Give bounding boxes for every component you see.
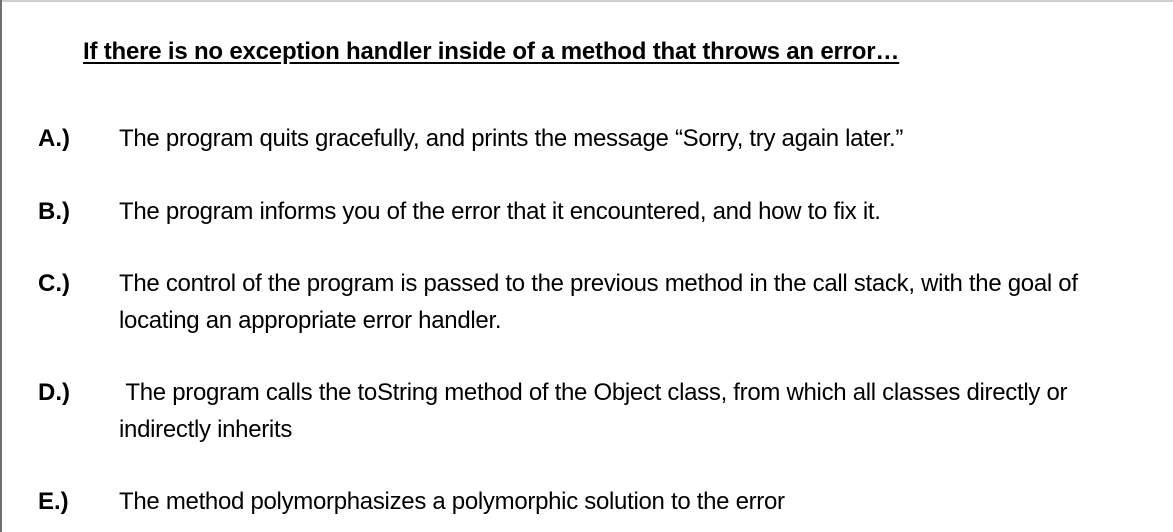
option-text: The program quits gracefully, and prints… [119, 125, 904, 152]
option-letter: C.) [38, 270, 70, 297]
option-letter: B.) [38, 198, 70, 225]
option-text: The program informs you of the error tha… [119, 198, 881, 225]
option-letter: A.) [38, 125, 70, 152]
option-text: The control of the program is passed to … [119, 270, 1085, 334]
option-text: The method polymorphasizes a polymorphic… [119, 488, 785, 515]
question-heading: If there is no exception handler inside … [83, 38, 900, 65]
top-border [0, 0, 1173, 2]
option-text: The program calls the toString method of… [119, 379, 1074, 443]
option-letter: D.) [38, 379, 70, 406]
left-border [0, 0, 2, 532]
option-letter: E.) [38, 488, 69, 515]
